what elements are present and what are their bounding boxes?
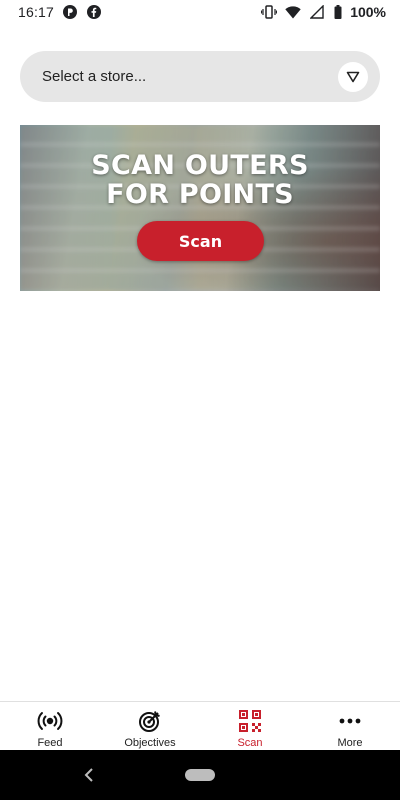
banner-title-line2: FOR POINTS	[106, 179, 294, 210]
back-icon[interactable]	[80, 766, 98, 784]
p-app-icon	[62, 4, 78, 20]
banner-title: SCAN OUTERS FOR POINTS	[20, 151, 380, 209]
system-navigation-bar	[0, 750, 400, 800]
home-pill-icon[interactable]	[185, 769, 215, 781]
scan-button[interactable]: Scan	[137, 221, 264, 261]
nav-item-feed[interactable]: Feed	[0, 702, 100, 751]
more-dots-icon	[337, 708, 363, 734]
target-icon	[137, 708, 163, 734]
banner-title-line1: SCAN OUTERS	[91, 150, 309, 181]
bottom-navigation: Feed Objectives Scan More	[0, 701, 400, 751]
nav-item-objectives[interactable]: Objectives	[100, 702, 200, 751]
nav-label-feed: Feed	[37, 737, 63, 749]
nav-label-scan: Scan	[237, 737, 263, 749]
nav-label-objectives: Objectives	[124, 737, 176, 749]
store-selector[interactable]: Select a store...	[20, 51, 380, 102]
app-screen: 16:17 100% Select a store... SCAN OUTERS…	[0, 0, 400, 800]
status-right: 100%	[261, 4, 386, 20]
store-selector-placeholder: Select a store...	[42, 68, 147, 85]
qr-code-icon	[237, 708, 263, 734]
status-left: 16:17	[18, 4, 102, 20]
status-time: 16:17	[18, 4, 55, 20]
nav-item-more[interactable]: More	[300, 702, 400, 751]
nav-label-more: More	[337, 737, 363, 749]
broadcast-icon	[37, 708, 63, 734]
vibrate-icon	[261, 4, 278, 20]
scan-promo-banner: SCAN OUTERS FOR POINTS Scan	[20, 125, 380, 291]
signal-icon	[309, 4, 325, 20]
battery-percentage: 100%	[350, 4, 386, 20]
wifi-icon	[285, 4, 301, 20]
status-bar: 16:17 100%	[0, 0, 400, 24]
battery-icon	[333, 4, 342, 20]
facebook-icon	[86, 4, 102, 20]
nav-item-scan[interactable]: Scan	[200, 702, 300, 751]
dropdown-triangle-icon[interactable]	[338, 61, 368, 92]
